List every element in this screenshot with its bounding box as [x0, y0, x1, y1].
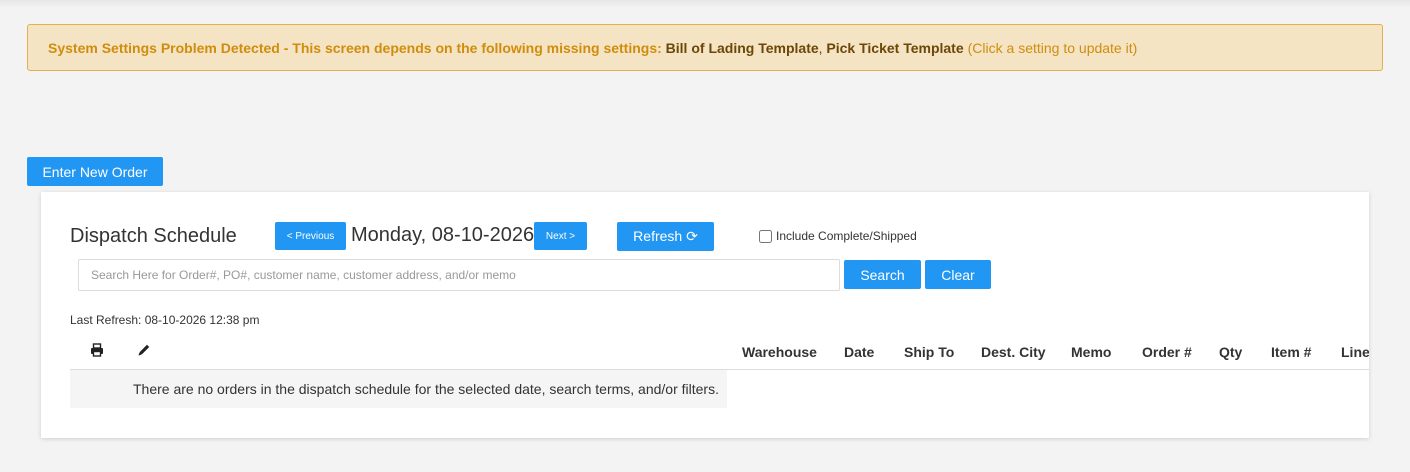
settings-alert: System Settings Problem Detected - This … — [27, 24, 1383, 71]
col-memo[interactable]: Memo — [1071, 344, 1111, 360]
print-icon[interactable] — [90, 343, 104, 362]
bill-of-lading-setting-link[interactable]: Bill of Lading Template — [666, 40, 819, 56]
top-bar-shadow — [0, 0, 1410, 8]
col-ship-to[interactable]: Ship To — [904, 344, 954, 360]
include-complete-label: Include Complete/Shipped — [776, 229, 917, 243]
search-button[interactable]: Search — [844, 260, 921, 289]
empty-table-message: There are no orders in the dispatch sche… — [70, 370, 727, 408]
pencil-icon[interactable] — [137, 343, 151, 362]
col-qty[interactable]: Qty — [1219, 344, 1242, 360]
include-complete-toggle[interactable]: Include Complete/Shipped — [759, 229, 917, 243]
refresh-button[interactable]: Refresh ⟳ — [617, 222, 714, 251]
page-title: Dispatch Schedule — [70, 225, 237, 247]
alert-hint: (Click a setting to update it) — [967, 39, 1138, 56]
col-date[interactable]: Date — [844, 344, 874, 360]
col-dest-city[interactable]: Dest. City — [981, 344, 1046, 360]
schedule-date: Monday, 08-10-2026 — [351, 224, 535, 246]
last-refresh-timestamp: Last Refresh: 08-10-2026 12:38 pm — [70, 313, 260, 327]
table-header: Warehouse Date Ship To Dest. City Memo O… — [70, 334, 1369, 370]
col-order-number[interactable]: Order # — [1142, 344, 1192, 360]
search-input[interactable] — [78, 259, 840, 291]
col-item-number[interactable]: Item # — [1271, 344, 1311, 360]
pick-ticket-setting-link[interactable]: Pick Ticket Template — [826, 40, 963, 56]
col-warehouse[interactable]: Warehouse — [742, 344, 817, 360]
col-line[interactable]: Line — [1341, 344, 1369, 360]
next-day-button[interactable]: Next > — [534, 222, 587, 250]
alert-message: System Settings Problem Detected - This … — [48, 39, 662, 56]
previous-day-button[interactable]: < Previous — [275, 222, 346, 250]
enter-new-order-button[interactable]: Enter New Order — [27, 157, 163, 186]
dispatch-schedule-panel: Dispatch Schedule < Previous Monday, 08-… — [41, 192, 1369, 438]
alert-separator: , — [818, 39, 823, 56]
include-complete-checkbox[interactable] — [759, 229, 772, 243]
clear-button[interactable]: Clear — [925, 260, 991, 289]
